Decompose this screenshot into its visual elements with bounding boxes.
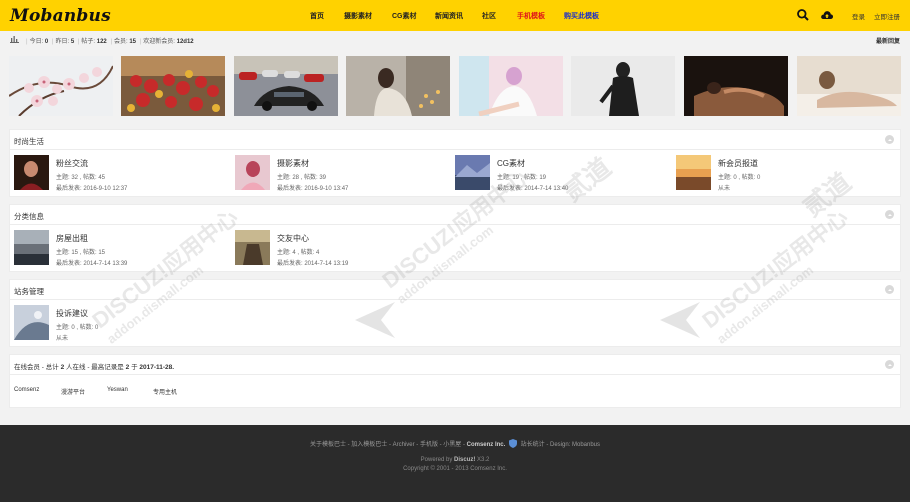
gallery-photo[interactable] — [797, 56, 901, 116]
collapse-icon[interactable] — [885, 135, 894, 144]
collapse-icon[interactable] — [885, 360, 894, 369]
forum-counts: 主题: 15 , 帖数: 15 — [56, 250, 106, 256]
gallery-photo[interactable] — [459, 56, 563, 116]
section-header: 站务管理 — [10, 280, 900, 300]
online-summary: 在线会员 - 总计 2 人在线 - 最高记录是 2 于 2017-11-28. — [14, 364, 175, 371]
footer-nav-links[interactable]: 关于模板巴士 - 加入模板巴士 - Archiver - 手机版 - 小黑屋 - — [310, 442, 465, 448]
photo-gallery — [9, 56, 901, 116]
stat-yesterday: 5 — [70, 39, 75, 45]
register-link[interactable]: 立即注册 — [874, 11, 900, 21]
friend-link[interactable]: Yeswan — [107, 387, 128, 393]
forum-name[interactable]: 新会员报道 — [718, 158, 758, 169]
gallery-photo[interactable] — [121, 56, 225, 116]
footer-links: 关于模板巴士 - 加入模板巴士 - Archiver - 手机版 - 小黑屋 -… — [0, 439, 910, 448]
section-classifieds: 分类信息 房屋出租 主题: 15 , 帖数: 15 最后发表: 2014-7-1… — [9, 204, 901, 272]
forum-name[interactable]: 投诉建议 — [56, 308, 88, 319]
forum-icon — [14, 230, 49, 265]
footer-company[interactable]: Comsenz Inc. — [467, 442, 506, 448]
nav-news[interactable]: 新闻资讯 — [435, 11, 463, 21]
gallery-photo[interactable] — [234, 56, 338, 116]
forum-icon — [235, 155, 270, 190]
forum-name[interactable]: CG素材 — [497, 158, 525, 169]
watermark-logo-icon — [660, 302, 700, 338]
gallery-photo[interactable] — [684, 56, 788, 116]
site-logo[interactable]: Mobanbus — [10, 6, 111, 26]
watermark-logo-icon — [355, 302, 395, 338]
friend-link[interactable]: 漫游平台 — [61, 387, 85, 396]
forum-name[interactable]: 房屋出租 — [56, 233, 88, 244]
section-title: 站务管理 — [14, 287, 44, 296]
forum-item[interactable]: 摄影素材 主题: 28 , 帖数: 39 最后发表: 2016-9-10 13:… — [235, 155, 445, 195]
nav-home[interactable]: 首页 — [310, 11, 324, 21]
nav-community[interactable]: 社区 — [482, 11, 496, 21]
forum-item[interactable]: 交友中心 主题: 4 , 帖数: 4 最后发表: 2014-7-14 13:19 — [235, 230, 445, 270]
search-icon[interactable] — [796, 8, 810, 22]
forum-stats-bar: | 今日: 0 | 昨日: 5 | 帖子: 122 | 会员: 15 | 欢迎新会员: 1… — [10, 35, 900, 45]
forum-item[interactable]: 新会员报道 主题: 0 , 帖数: 0 从未 — [676, 155, 886, 195]
section-title: 分类信息 — [14, 212, 44, 221]
section-header: 分类信息 — [10, 205, 900, 225]
discuz-link[interactable]: Discuz! — [454, 457, 475, 463]
shield-icon — [508, 439, 517, 448]
forum-name[interactable]: 摄影素材 — [277, 158, 309, 169]
forum-item[interactable]: 粉丝交流 主题: 32 , 帖数: 45 最后发表: 2016-9-10 12:… — [14, 155, 224, 195]
forum-icon — [235, 230, 270, 265]
section-title: 时尚生活 — [14, 137, 44, 146]
forum-last-post: 从未 — [718, 186, 731, 192]
nav-photo[interactable]: 摄影素材 — [344, 11, 372, 21]
forum-last-post: 从未 — [56, 336, 69, 342]
powered-by: Powered by Discuz! X3.2 — [420, 457, 490, 463]
forum-last-post[interactable]: 最后发表: 2014-7-14 13:40 — [497, 183, 568, 192]
section-site-admin: 站务管理 投诉建议 主题: 0 , 帖数: 0 从未 — [9, 279, 901, 347]
forum-counts: 主题: 28 , 帖数: 39 — [277, 175, 327, 181]
forum-item[interactable]: 房屋出租 主题: 15 , 帖数: 15 最后发表: 2014-7-14 13:… — [14, 230, 224, 270]
gallery-photo[interactable] — [571, 56, 675, 116]
forum-icon — [14, 305, 49, 340]
forum-last-post[interactable]: 最后发表: 2016-9-10 13:47 — [277, 183, 348, 192]
top-header: Mobanbus 首页 摄影素材 CG素材 新闻资讯 社区 手机模板 购买此模板… — [0, 0, 910, 31]
online-header: 在线会员 - 总计 2 人在线 - 最高记录是 2 于 2017-11-28. — [10, 355, 900, 375]
forum-item[interactable]: 投诉建议 主题: 0 , 帖数: 0 从未 — [14, 305, 224, 345]
stat-posts: 122 — [96, 39, 107, 45]
forum-icon — [676, 155, 711, 190]
collapse-icon[interactable] — [885, 210, 894, 219]
forum-icon — [455, 155, 490, 190]
site-footer: 关于模板巴士 - 加入模板巴士 - Archiver - 手机版 - 小黑屋 -… — [0, 425, 910, 502]
gallery-photo[interactable] — [9, 56, 113, 116]
forum-counts: 主题: 0 , 帖数: 0 — [718, 175, 761, 181]
login-link[interactable]: 登录 — [852, 11, 865, 21]
latest-reply-link[interactable]: 最新回复 — [876, 36, 900, 45]
nav-cg[interactable]: CG素材 — [392, 11, 417, 21]
forum-counts: 主题: 0 , 帖数: 0 — [56, 325, 99, 331]
stat-today: 0 — [44, 39, 49, 45]
cloud-upload-icon[interactable] — [820, 8, 834, 22]
forum-counts: 主题: 19 , 帖数: 19 — [497, 175, 547, 181]
friend-link[interactable]: Comsenz — [14, 387, 39, 393]
forum-counts: 主题: 4 , 帖数: 4 — [277, 250, 320, 256]
forum-name[interactable]: 交友中心 — [277, 233, 309, 244]
stat-members: 15 — [129, 39, 137, 45]
newest-member-link[interactable]: 12d12 — [177, 39, 194, 45]
nav-buy[interactable]: 购买此模板 — [564, 11, 599, 21]
online-members-panel: 在线会员 - 总计 2 人在线 - 最高记录是 2 于 2017-11-28. … — [9, 354, 901, 408]
forum-name[interactable]: 粉丝交流 — [56, 158, 88, 169]
forum-counts: 主题: 32 , 帖数: 45 — [56, 175, 106, 181]
stats-line: | 今日: 0 | 昨日: 5 | 帖子: 122 | 会员: 15 | 欢迎新会员: 1… — [26, 39, 194, 45]
collapse-icon[interactable] — [885, 285, 894, 294]
forum-last-post[interactable]: 最后发表: 2016-9-10 12:37 — [56, 183, 127, 192]
copyright: Copyright © 2001 - 2013 Comsenz Inc. — [403, 466, 507, 472]
forum-last-post[interactable]: 最后发表: 2014-7-14 13:39 — [56, 258, 127, 267]
forum-last-post[interactable]: 最后发表: 2014-7-14 13:19 — [277, 258, 348, 267]
section-header: 时尚生活 — [10, 130, 900, 150]
section-fashion-life: 时尚生活 粉丝交流 主题: 32 , 帖数: 45 最后发表: 2016-9-1… — [9, 129, 901, 197]
nav-mobile[interactable]: 手机模板 — [517, 11, 545, 21]
gallery-photo[interactable] — [346, 56, 450, 116]
footer-stats-links[interactable]: 站长统计 - Design: Mobanbus — [521, 442, 600, 448]
bar-chart-icon — [10, 36, 19, 43]
forum-item[interactable]: CG素材 主题: 19 , 帖数: 19 最后发表: 2014-7-14 13:… — [455, 155, 665, 195]
forum-icon — [14, 155, 49, 190]
friend-link[interactable]: 专用主机 — [153, 387, 177, 396]
